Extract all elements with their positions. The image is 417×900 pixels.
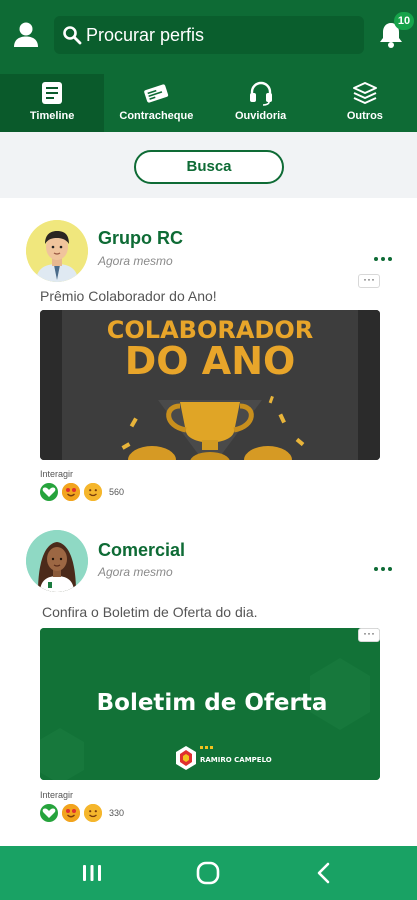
home-icon[interactable]	[194, 860, 222, 886]
notification-count-badge: 10	[394, 12, 414, 30]
reactions-bar: 560	[40, 482, 124, 502]
reaction-count: 330	[109, 808, 125, 818]
tab-label: Ouvidoria	[234, 110, 287, 122]
search-placeholder: Procurar perfis	[86, 25, 205, 45]
search-section: Busca	[0, 132, 417, 198]
post-caption: Confira o Boletim de Oferta do dia.	[42, 604, 258, 620]
top-bar: Procurar perfis 10	[0, 12, 417, 58]
layers-icon	[352, 80, 378, 106]
headset-icon	[248, 80, 274, 106]
reaction-count: 560	[109, 487, 125, 497]
post-image[interactable]: Boletim de Oferta RAMIRO CAMPELO	[40, 628, 380, 780]
love-face-reaction-icon[interactable]	[62, 804, 80, 822]
post-more-icon[interactable]: ···	[358, 627, 380, 642]
post-card: Grupo RC Agora mesmo ··· Prêmio Colabora…	[0, 198, 417, 510]
tab-label: Contracheque	[119, 110, 194, 122]
tab-ouvidoria[interactable]: Ouvidoria	[209, 74, 313, 132]
search-input[interactable]: Procurar perfis	[54, 16, 364, 54]
avatar[interactable]	[26, 220, 88, 282]
heart-reaction-icon[interactable]	[40, 804, 58, 822]
post-author[interactable]: Comercial	[98, 540, 185, 561]
post-options-button[interactable]	[372, 248, 396, 262]
paycheck-icon	[143, 80, 169, 106]
post-options-button[interactable]	[372, 558, 396, 572]
post-author[interactable]: Grupo RC	[98, 228, 183, 249]
media-logo-text: RAMIRO CAMPELO	[200, 756, 272, 764]
interact-label: Interagir	[40, 469, 74, 479]
tab-label: Timeline	[29, 110, 75, 122]
post-time: Agora mesmo	[98, 565, 173, 579]
tab-outros[interactable]: Outros	[313, 74, 417, 132]
interact-label: Interagir	[40, 790, 74, 800]
post-caption: Prêmio Colaborador do Ano!	[40, 288, 217, 304]
post-card: Comercial Agora mesmo Confira o Boletim …	[0, 520, 417, 840]
main-tabs: Timeline Contracheque Ouvidoria Outros	[0, 74, 417, 132]
notifications-button[interactable]: 10	[378, 12, 414, 52]
heart-reaction-icon[interactable]	[40, 483, 58, 501]
love-face-reaction-icon[interactable]	[62, 483, 80, 501]
tab-label: Outros	[346, 110, 383, 122]
tab-timeline[interactable]: Timeline	[0, 74, 105, 132]
media-headline-2: DO ANO	[125, 339, 296, 383]
tab-contracheque[interactable]: Contracheque	[104, 74, 208, 132]
avatar[interactable]	[26, 530, 88, 592]
timeline-icon	[39, 80, 65, 106]
recent-apps-icon[interactable]	[78, 860, 106, 886]
back-icon[interactable]	[310, 860, 338, 886]
smile-reaction-icon[interactable]	[84, 483, 102, 501]
app-header: Procurar perfis 10 Timeline Contracheque…	[0, 0, 417, 132]
search-icon	[62, 25, 82, 45]
post-more-icon[interactable]: ···	[358, 273, 380, 288]
system-navigation-bar	[0, 846, 417, 900]
busca-button[interactable]: Busca	[134, 150, 284, 184]
post-image[interactable]: COLABORADOR DO ANO	[40, 310, 380, 460]
reactions-bar: 330	[40, 803, 124, 823]
smile-reaction-icon[interactable]	[84, 804, 102, 822]
media-title: Boletim de Oferta	[97, 690, 328, 716]
user-profile-icon[interactable]	[12, 20, 40, 48]
post-time: Agora mesmo	[98, 254, 173, 268]
